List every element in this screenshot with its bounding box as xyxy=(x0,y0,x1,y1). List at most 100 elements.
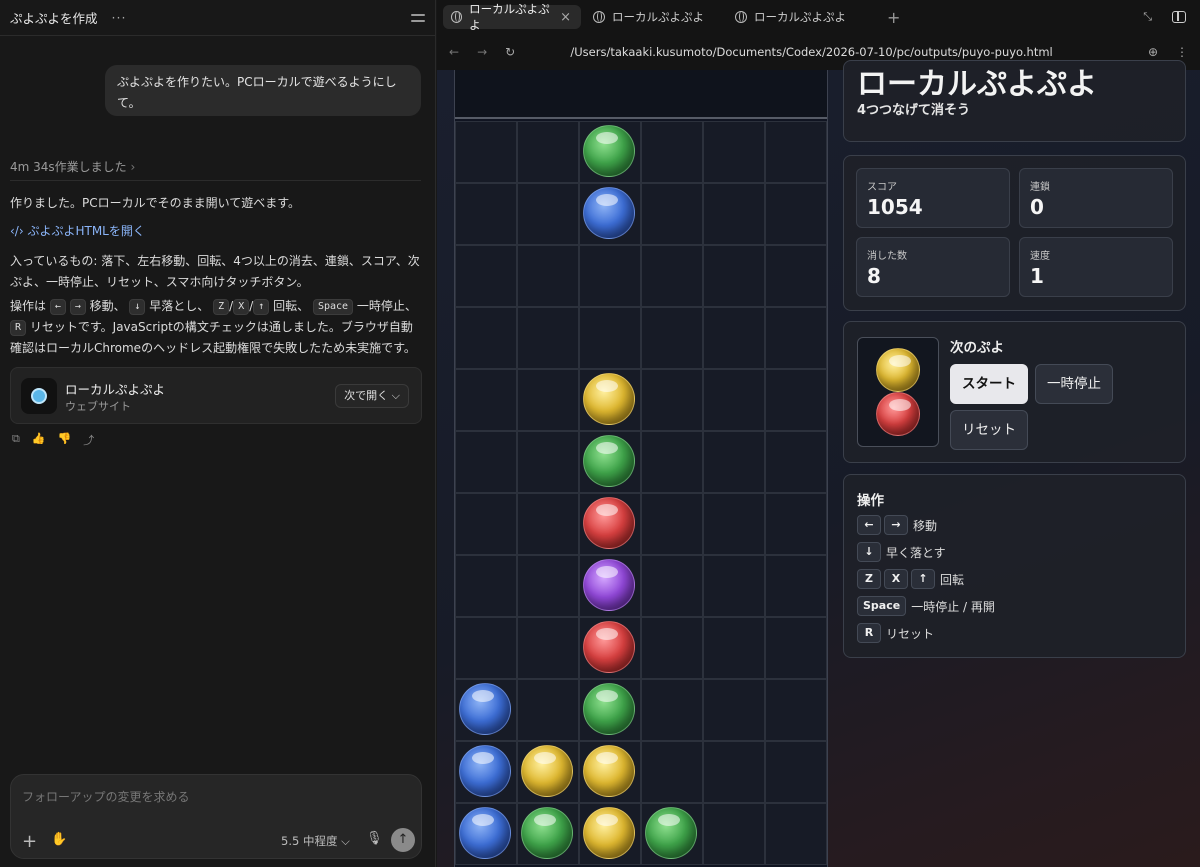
board-cell xyxy=(517,121,579,183)
board-cell xyxy=(765,493,827,555)
tab-bar: ローカルぷよぷよ × ローカルぷよぷよ ローカルぷよぷよ + ⤡ xyxy=(437,0,1200,34)
chevron-right-icon: › xyxy=(130,160,136,174)
key-cap: X xyxy=(884,569,908,589)
divider xyxy=(10,180,421,181)
start-button[interactable]: スタート xyxy=(950,364,1028,404)
stat-label: 速度 xyxy=(1030,251,1050,262)
forward-icon[interactable]: → xyxy=(477,45,487,59)
globe-icon xyxy=(451,11,463,23)
close-icon[interactable]: × xyxy=(560,10,571,25)
collapse-icon[interactable]: ⤡ xyxy=(1143,10,1152,24)
followup-input[interactable]: フォローアップの変更を求める xyxy=(22,788,190,805)
board-cell xyxy=(641,245,703,307)
thumbs-down-icon[interactable]: 👎 xyxy=(58,432,72,448)
next-label: 次のぷよ xyxy=(950,340,1004,356)
text: 回転、 xyxy=(273,299,310,313)
board-cell xyxy=(703,183,765,245)
board-cell xyxy=(703,307,765,369)
open-with-button[interactable]: 次で開く ⌵ xyxy=(335,384,409,408)
website-card-title: ローカルぷよぷよ xyxy=(65,382,166,397)
globe-icon xyxy=(735,11,747,23)
puyo-yellow xyxy=(583,373,635,425)
board-cell xyxy=(703,617,765,679)
puyo-blue xyxy=(583,187,635,239)
board-cell xyxy=(703,679,765,741)
board-cell xyxy=(703,369,765,431)
stats-panel: スコア 1054 連鎖 0 消した数 8 速度 1 xyxy=(843,155,1186,311)
website-card[interactable]: ローカルぷよぷよ ウェブサイト 次で開く ⌵ xyxy=(10,367,422,424)
board-cell xyxy=(703,431,765,493)
controls-title: 操作 xyxy=(857,493,884,509)
control-label: 移動 xyxy=(913,518,938,533)
microphone-icon[interactable]: 🎙 xyxy=(366,831,383,846)
puyo-blue xyxy=(459,807,511,859)
key-cap: ↑ xyxy=(911,569,935,589)
reset-button[interactable]: リセット xyxy=(950,410,1028,450)
control-label: 回転 xyxy=(940,572,965,587)
board-cell xyxy=(703,741,765,803)
back-icon[interactable]: ← xyxy=(449,45,459,59)
model-selector[interactable]: 5.5 中程度 ⌵ xyxy=(281,833,350,849)
control-label: 早く落とす xyxy=(886,545,946,560)
url-field[interactable]: /Users/takaaki.kusumoto/Documents/Codex/… xyxy=(533,45,1130,59)
board-cell xyxy=(765,245,827,307)
panel-toggle-icon[interactable] xyxy=(1172,11,1186,23)
control-row: Space 一時停止 / 再開 xyxy=(857,596,995,616)
board-cell xyxy=(703,493,765,555)
key-cap: ↓ xyxy=(857,542,881,562)
board-cell xyxy=(517,493,579,555)
game-subtitle: 4つつなげて消そう xyxy=(857,103,971,118)
plus-icon[interactable]: + xyxy=(22,831,37,852)
chain-stat: 連鎖 0 xyxy=(1019,168,1173,228)
composer: フォローアップの変更を求める + ✋ 5.5 中程度 ⌵ 🎙 ↑ xyxy=(10,774,422,859)
next-puyo-yellow xyxy=(876,348,920,392)
worked-duration[interactable]: 4m 34s作業しました › xyxy=(10,158,135,175)
reload-icon[interactable]: ↻ xyxy=(505,45,515,59)
user-message: ぷよぷよを作りたい。PCローカルで遊べるようにして。 xyxy=(105,65,421,116)
key-cap: → xyxy=(884,515,908,535)
board-cell xyxy=(703,121,765,183)
controls-panel: 操作 ← → 移動 ↓ 早く落とす Z X ↑ 回転 Space 一時停止 / 再開 R リセット xyxy=(843,474,1186,658)
browser-tab[interactable]: ローカルぷよぷよ × xyxy=(443,2,581,32)
chat-title[interactable]: ぷよぷよを作成 xyxy=(10,8,98,27)
hand-icon[interactable]: ✋ xyxy=(51,832,67,847)
board-cell xyxy=(641,617,703,679)
browser-tab[interactable]: ローカルぷよぷよ xyxy=(585,5,723,29)
puyo-green xyxy=(583,125,635,177)
key-x: X xyxy=(233,299,250,315)
send-button[interactable]: ↑ xyxy=(391,828,415,852)
board-cell xyxy=(455,555,517,617)
title-panel: ローカルぷよぷよ 4つつなげて消そう xyxy=(843,60,1186,142)
board-cell xyxy=(765,121,827,183)
sidebar-toggle-icon[interactable] xyxy=(411,12,425,24)
board-cell xyxy=(765,555,827,617)
board-cell xyxy=(517,555,579,617)
more-menu-button[interactable]: ··· xyxy=(112,10,127,25)
share-icon[interactable]: ⤴ xyxy=(83,432,94,448)
puyo-green xyxy=(645,807,697,859)
new-tab-icon[interactable]: + xyxy=(887,8,900,27)
add-icon[interactable]: ⊕ xyxy=(1148,45,1158,59)
board-cell xyxy=(517,431,579,493)
pause-button[interactable]: 一時停止 xyxy=(1035,364,1113,404)
key-z: Z xyxy=(213,299,230,315)
assistant-paragraph-3: 操作は ← → 移動、 ↓ 早落とし、 Z / X / ↑ 回転、 Space 一時停止… xyxy=(10,296,421,359)
more-icon[interactable]: ⋮ xyxy=(1176,45,1188,59)
message-actions: ⧉ 👍 👎 ⤴ xyxy=(12,432,94,448)
speed-stat: 速度 1 xyxy=(1019,237,1173,297)
chat-panel: ぷよぷよを作成 ··· ぷよぷよを作りたい。PCローカルで遊べるようにして。 4… xyxy=(0,0,436,867)
copy-icon[interactable]: ⧉ xyxy=(12,432,20,448)
thumbs-up-icon[interactable]: 👍 xyxy=(32,432,46,448)
key-space: Space xyxy=(312,299,354,315)
open-html-link[interactable]: ‹/› ぷよぷよHTMLを開く xyxy=(10,221,421,242)
board-cell xyxy=(579,307,641,369)
board-cell xyxy=(703,555,765,617)
board-cell xyxy=(765,679,827,741)
control-label: 一時停止 / 再開 xyxy=(911,599,995,614)
board-cell xyxy=(641,493,703,555)
browser-tab[interactable]: ローカルぷよぷよ xyxy=(727,5,865,29)
board-cell xyxy=(455,307,517,369)
page-viewport: ローカルぷよぷよ 4つつなげて消そう スコア 1054 連鎖 0 消した数 8 速度 1… xyxy=(437,60,1200,867)
puyo-green xyxy=(583,683,635,735)
next-panel: 次のぷよ スタート 一時停止 リセット xyxy=(843,321,1186,463)
